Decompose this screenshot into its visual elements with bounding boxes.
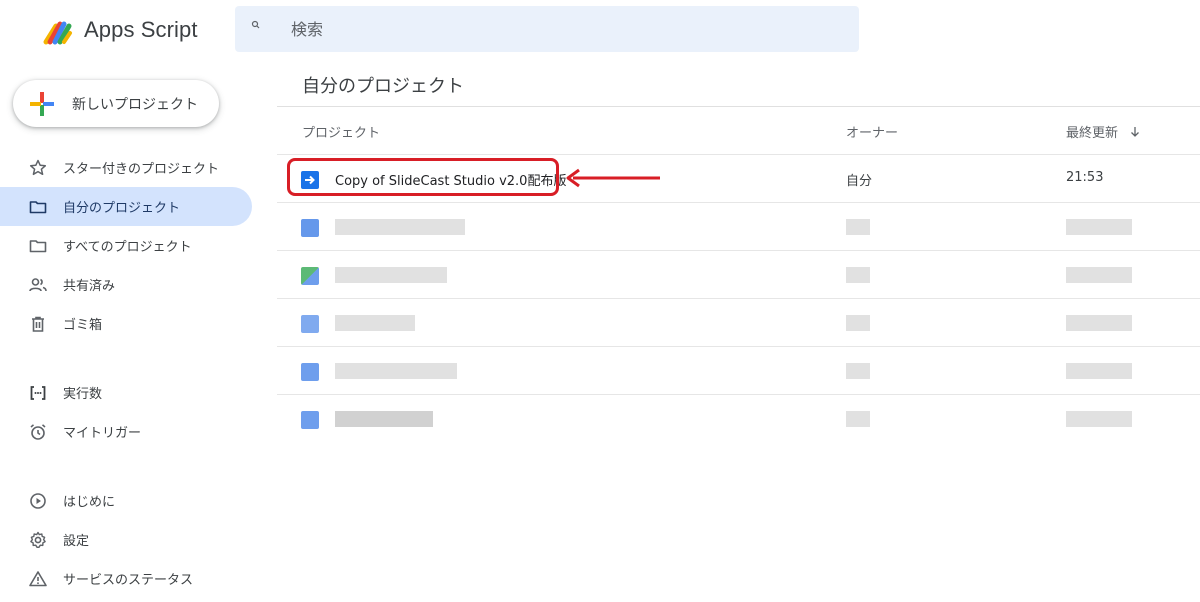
plus-icon <box>30 91 54 116</box>
sidebar-item-starred[interactable]: スター付きのプロジェクト <box>0 148 252 187</box>
star-icon <box>28 158 48 178</box>
sidebar-item-settings[interactable]: 設定 <box>0 520 252 559</box>
gear-icon <box>28 530 48 550</box>
blurred-project-name <box>335 411 433 427</box>
apps-script-file-icon <box>301 219 319 237</box>
new-project-label: 新しいプロジェクト <box>72 96 198 113</box>
annotation-arrow-icon <box>565 168 661 192</box>
sidebar-item-label: スター付きのプロジェクト <box>63 162 220 177</box>
blurred-owner <box>846 267 870 283</box>
blurred-owner <box>846 411 870 427</box>
blurred-project-name <box>335 219 465 235</box>
sidebar-item-all-projects[interactable]: すべてのプロジェクト <box>0 226 252 265</box>
sidebar-item-label: ゴミ箱 <box>63 318 103 333</box>
arrow-down-icon <box>1130 126 1140 142</box>
column-header-project[interactable]: プロジェクト <box>302 122 380 141</box>
folder-icon <box>28 236 48 256</box>
apps-script-logo-icon <box>42 14 74 46</box>
sidebar-item-label: 自分のプロジェクト <box>63 201 181 216</box>
blurred-owner <box>846 363 870 379</box>
blurred-project-name <box>335 267 447 283</box>
search-icon[interactable] <box>251 17 263 29</box>
blurred-updated <box>1066 315 1132 331</box>
sidebar-item-label: はじめに <box>63 495 116 510</box>
page-title: 自分のプロジェクト <box>302 76 464 97</box>
sidebar-item-label: すべてのプロジェクト <box>63 240 192 255</box>
column-header-updated[interactable]: 最終更新 <box>1066 122 1140 142</box>
table-row[interactable] <box>277 394 1200 442</box>
sidebar-item-shared[interactable]: 共有済み <box>0 265 252 304</box>
folder-icon <box>28 197 48 217</box>
apps-script-file-icon <box>301 315 319 333</box>
sidebar-item-service-status[interactable]: サービスのステータス <box>0 559 252 598</box>
sidebar-item-label: 共有済み <box>63 279 116 294</box>
sidebar-nav-runs: 実行数 マイトリガー <box>0 373 252 451</box>
table-row[interactable] <box>277 298 1200 346</box>
table-row[interactable] <box>277 250 1200 298</box>
new-project-button[interactable]: 新しいプロジェクト <box>13 80 219 127</box>
sidebar-item-trash[interactable]: ゴミ箱 <box>0 304 252 343</box>
column-header-owner[interactable]: オーナー <box>846 122 898 141</box>
app-title: Apps Script <box>84 17 198 42</box>
app-logo[interactable]: Apps Script <box>42 14 198 46</box>
sidebar-item-my-triggers[interactable]: マイトリガー <box>0 412 252 451</box>
warning-icon <box>28 569 48 589</box>
blurred-project-name <box>335 363 457 379</box>
sidebar-item-executions[interactable]: 実行数 <box>0 373 252 412</box>
sidebar-item-label: マイトリガー <box>63 426 142 441</box>
table-row[interactable] <box>277 346 1200 394</box>
sidebar-item-getting-started[interactable]: はじめに <box>0 481 252 520</box>
sidebar-item-my-projects[interactable]: 自分のプロジェクト <box>0 187 252 226</box>
project-updated: 21:53 <box>1066 170 1104 185</box>
title-divider <box>277 106 1200 107</box>
sidebar-item-label: 設定 <box>63 534 90 549</box>
search-bar[interactable] <box>235 6 859 52</box>
people-icon <box>28 275 48 295</box>
blurred-updated <box>1066 363 1132 379</box>
sidebar-item-label: サービスのステータス <box>63 573 194 588</box>
table-row[interactable] <box>277 202 1200 250</box>
blurred-project-name <box>335 315 415 331</box>
blurred-updated <box>1066 219 1132 235</box>
blurred-updated <box>1066 411 1132 427</box>
trash-icon <box>28 314 48 334</box>
sidebar-item-label: 実行数 <box>63 387 103 402</box>
executions-icon <box>28 383 48 403</box>
project-owner: 自分 <box>846 174 873 189</box>
sidebar-nav-help: はじめに 設定 サービスのステータス <box>0 481 252 598</box>
apps-script-file-icon <box>301 411 319 429</box>
sheets-file-icon <box>301 267 319 285</box>
column-header-updated-label: 最終更新 <box>1066 126 1119 141</box>
apps-script-file-icon <box>301 363 319 381</box>
highlight-box <box>287 158 559 196</box>
blurred-owner <box>846 315 870 331</box>
sidebar-nav-main: スター付きのプロジェクト 自分のプロジェクト すべてのプロジェクト 共有済み ゴ… <box>0 148 252 343</box>
blurred-owner <box>846 219 870 235</box>
search-input[interactable] <box>291 6 811 52</box>
blurred-updated <box>1066 267 1132 283</box>
alarm-icon <box>28 422 48 442</box>
play-circle-icon <box>28 491 48 511</box>
